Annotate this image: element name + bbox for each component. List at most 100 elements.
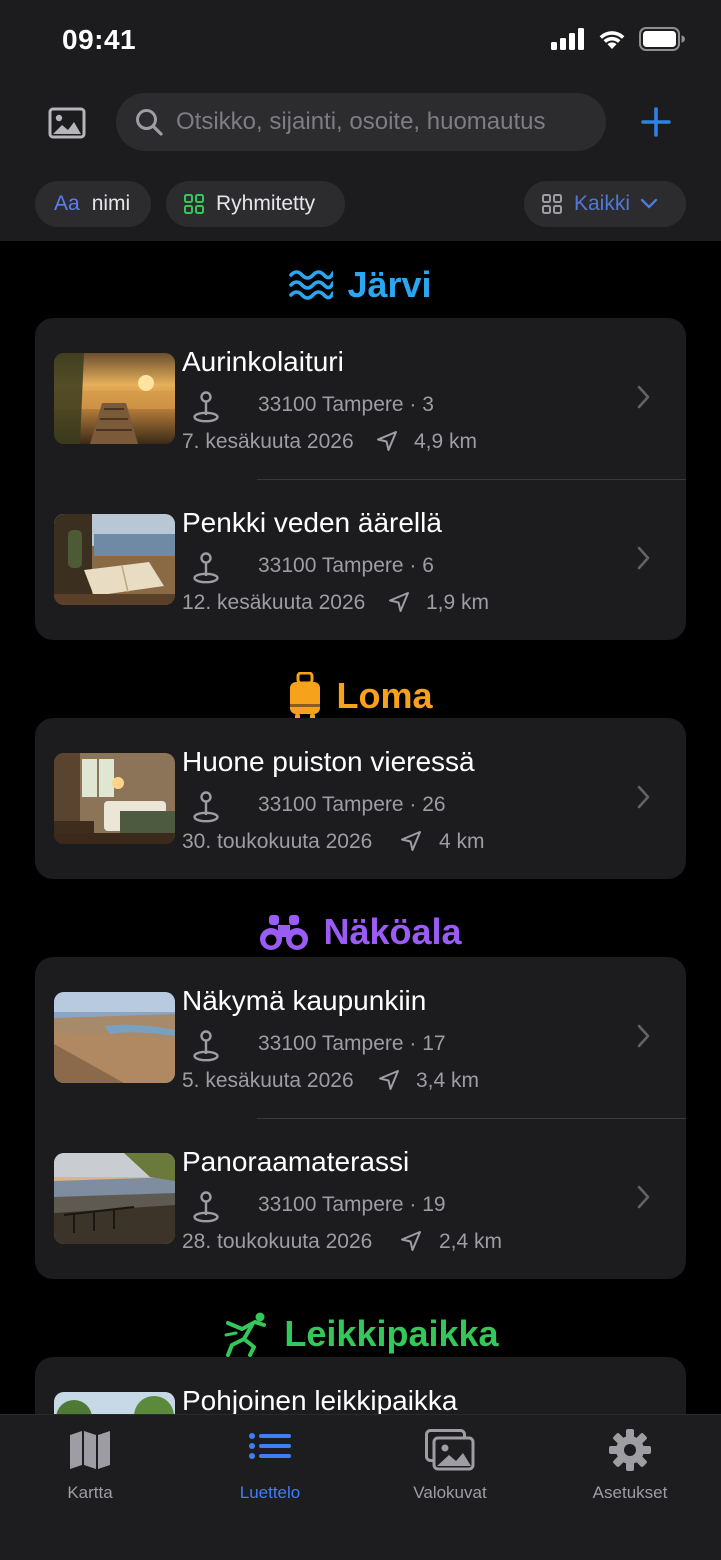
section-header-jarvi: Järvi bbox=[0, 264, 721, 306]
place-distance: 3,4 km bbox=[416, 1069, 480, 1092]
location-arrow-icon bbox=[377, 431, 397, 451]
section-title: Näköala bbox=[323, 911, 462, 952]
place-title: Pohjoinen leikkipaikka bbox=[182, 1385, 458, 1416]
top-bar: 09:41 Otsikko, sijainti, osoite, huomaut… bbox=[0, 0, 721, 241]
tab-label: Valokuvat bbox=[413, 1483, 487, 1502]
grid-icon bbox=[542, 194, 562, 214]
section-title: Järvi bbox=[347, 264, 432, 305]
place-distance: 4 km bbox=[439, 830, 485, 853]
place-row-huone-puiston-vieressa[interactable]: Huone puiston vieressä 33100 Tampere · 2… bbox=[35, 718, 686, 879]
status-bar: 09:41 bbox=[0, 0, 721, 80]
city-view-photo bbox=[54, 992, 175, 1083]
sort-chip-label: nimi bbox=[91, 192, 131, 215]
tab-asetukset[interactable]: Asetukset bbox=[540, 1425, 720, 1503]
place-address: 33100 Tampere · 17 bbox=[258, 1032, 446, 1055]
photo-icon bbox=[48, 107, 86, 139]
row-divider bbox=[257, 1118, 686, 1119]
chevron-right-icon bbox=[637, 1024, 650, 1048]
place-address: 33100 Tampere · 26 bbox=[258, 793, 446, 816]
place-date: 30. toukokuuta 2026 bbox=[182, 830, 373, 853]
grid-icon bbox=[184, 194, 204, 214]
tab-label: Asetukset bbox=[592, 1483, 668, 1502]
section-header-nakoala: Näköala bbox=[0, 911, 721, 953]
tab-luettelo[interactable]: Luettelo bbox=[180, 1425, 360, 1503]
search-input[interactable] bbox=[176, 108, 596, 136]
suitcase-icon bbox=[290, 672, 321, 719]
sunset-pier-photo bbox=[54, 353, 175, 444]
map-pin-icon bbox=[193, 1191, 219, 1223]
section-card-loma: Huone puiston vieressä 33100 Tampere · 2… bbox=[35, 718, 686, 879]
tab-kartta[interactable]: Kartta bbox=[0, 1425, 180, 1503]
place-distance: 2,4 km bbox=[439, 1230, 503, 1253]
map-pin-icon bbox=[193, 791, 219, 823]
chevron-right-icon bbox=[637, 1185, 650, 1209]
battery-icon bbox=[639, 27, 685, 51]
text-format-icon: Aa bbox=[54, 192, 80, 215]
place-title: Aurinkolaituri bbox=[182, 346, 344, 377]
section-header-leikkipaikka: Leikkipaikka bbox=[0, 1311, 721, 1357]
sort-chip[interactable]: Aa nimi bbox=[35, 181, 151, 227]
category-filter-dropdown[interactable]: Kaikki bbox=[524, 181, 686, 227]
place-row-nakyma-kaupunkiin[interactable]: Näkymä kaupunkiin 33100 Tampere · 17 5. … bbox=[35, 957, 686, 1118]
gear-icon bbox=[609, 1429, 651, 1471]
place-title: Huone puiston vieressä bbox=[182, 746, 475, 777]
group-chip-label: Ryhmitetty bbox=[216, 192, 316, 215]
panorama-terrace-photo bbox=[54, 1153, 175, 1244]
status-icons bbox=[551, 27, 685, 51]
section-card-jarvi: Aurinkolaituri 33100 Tampere · 3 7. kesä… bbox=[35, 318, 686, 640]
photo-library-button[interactable] bbox=[44, 100, 90, 146]
plus-icon bbox=[641, 107, 671, 137]
location-arrow-icon bbox=[401, 1231, 421, 1251]
location-arrow-icon bbox=[379, 1070, 399, 1090]
tab-valokuvat[interactable]: Valokuvat bbox=[360, 1425, 540, 1503]
map-icon bbox=[70, 1431, 110, 1469]
group-chip[interactable]: Ryhmitetty bbox=[166, 181, 345, 227]
place-distance: 1,9 km bbox=[426, 591, 490, 614]
search-bar[interactable] bbox=[116, 93, 606, 151]
add-button[interactable] bbox=[634, 100, 678, 144]
bench-by-water-photo bbox=[54, 514, 175, 605]
tab-bar: Kartta Luettelo Valokuvat Asetukset bbox=[0, 1414, 721, 1560]
place-date: 5. kesäkuuta 2026 bbox=[182, 1069, 354, 1092]
binoculars-icon bbox=[260, 915, 309, 950]
status-time: 09:41 bbox=[62, 24, 137, 55]
list-icon bbox=[249, 1433, 291, 1459]
place-row-panoraamaterassi[interactable]: Panoraamaterassi 33100 Tampere · 19 28. … bbox=[35, 1118, 686, 1279]
section-header-loma: Loma bbox=[0, 672, 721, 720]
place-date: 7. kesäkuuta 2026 bbox=[182, 430, 354, 453]
place-row-penkki-veden-aarella[interactable]: Penkki veden äärellä 33100 Tampere · 6 1… bbox=[35, 479, 686, 640]
row-divider bbox=[257, 479, 686, 480]
section-card-nakoala: Näkymä kaupunkiin 33100 Tampere · 17 5. … bbox=[35, 957, 686, 1279]
cellular-signal-icon bbox=[551, 28, 584, 50]
tab-label: Luettelo bbox=[239, 1483, 301, 1502]
wifi-icon bbox=[599, 31, 625, 49]
photos-icon bbox=[425, 1429, 475, 1471]
figure-play-icon bbox=[224, 1312, 267, 1357]
chevron-right-icon bbox=[637, 385, 650, 409]
chevron-right-icon bbox=[637, 546, 650, 570]
section-title: Leikkipaikka bbox=[284, 1313, 499, 1354]
place-title: Panoraamaterassi bbox=[182, 1146, 410, 1177]
place-title: Näkymä kaupunkiin bbox=[182, 985, 427, 1016]
location-arrow-icon bbox=[389, 592, 409, 612]
place-title: Penkki veden äärellä bbox=[182, 507, 442, 538]
hotel-room-photo bbox=[54, 753, 175, 844]
map-pin-icon bbox=[193, 552, 219, 584]
place-date: 28. toukokuuta 2026 bbox=[182, 1230, 373, 1253]
place-row-aurinkolaituri[interactable]: Aurinkolaituri 33100 Tampere · 3 7. kesä… bbox=[35, 318, 686, 479]
place-address: 33100 Tampere · 6 bbox=[258, 554, 434, 577]
map-pin-icon bbox=[193, 1030, 219, 1062]
place-address: 33100 Tampere · 19 bbox=[258, 1193, 446, 1216]
place-address: 33100 Tampere · 3 bbox=[258, 393, 434, 416]
category-filter-label: Kaikki bbox=[574, 192, 631, 215]
map-pin-icon bbox=[193, 391, 219, 423]
search-icon bbox=[136, 109, 163, 136]
place-distance: 4,9 km bbox=[414, 430, 478, 453]
water-waves-icon bbox=[289, 270, 334, 300]
section-title: Loma bbox=[336, 675, 433, 716]
chevron-right-icon bbox=[637, 785, 650, 809]
location-arrow-icon bbox=[401, 831, 421, 851]
place-date: 12. kesäkuuta 2026 bbox=[182, 591, 366, 614]
chevron-down-icon bbox=[640, 198, 658, 209]
tab-label: Kartta bbox=[67, 1483, 113, 1502]
